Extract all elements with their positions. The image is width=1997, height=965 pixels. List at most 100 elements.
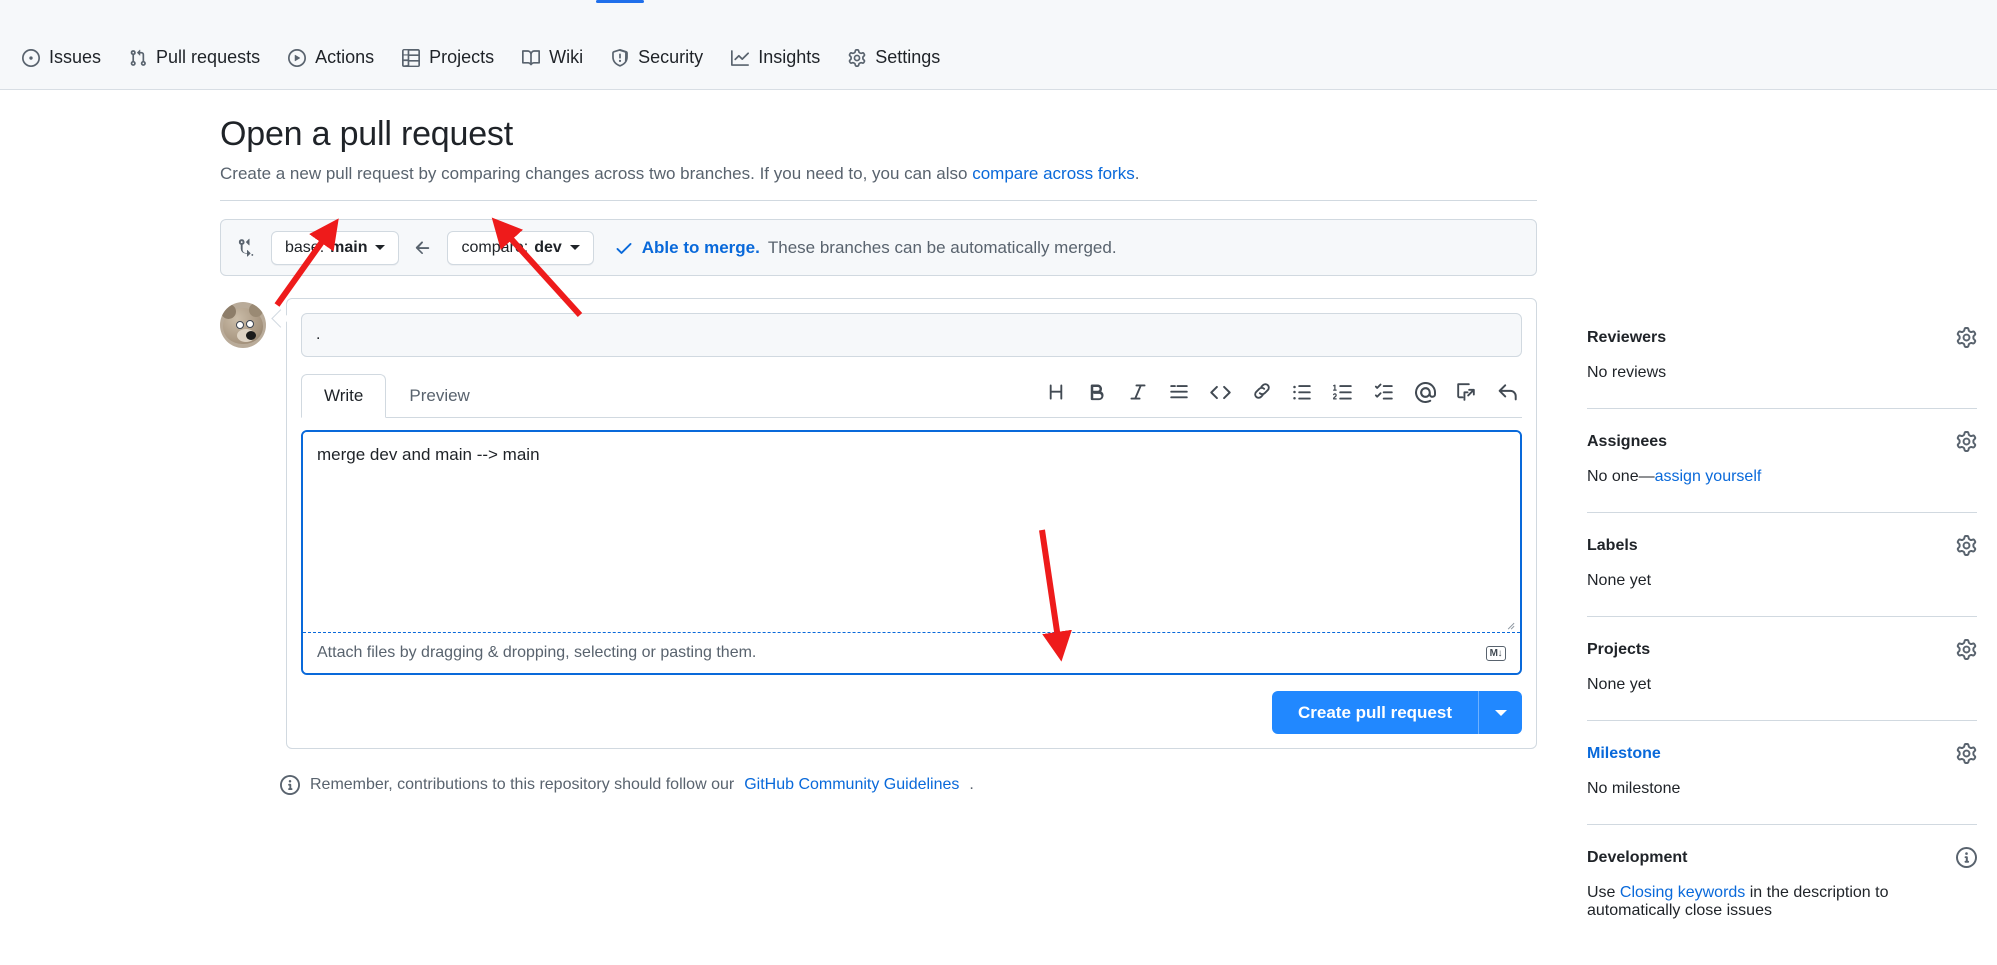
- composer: Write Preview: [286, 298, 1537, 749]
- nav-item-insights[interactable]: Insights: [717, 40, 834, 75]
- create-pull-request-dropdown-button[interactable]: [1478, 691, 1522, 734]
- base-branch-prefix: base:: [285, 238, 325, 256]
- create-pull-request-button[interactable]: Create pull request: [1272, 691, 1478, 734]
- gear-icon[interactable]: [1956, 535, 1977, 556]
- sidebar-value: No one—: [1587, 468, 1655, 485]
- sidebar-value: None yet: [1587, 676, 1652, 693]
- code-button[interactable]: [1205, 377, 1235, 407]
- tab-preview[interactable]: Preview: [386, 374, 492, 418]
- play-icon: [288, 48, 307, 67]
- repo-nav-bar: Issues Pull requests Actions Projects Wi: [0, 0, 1997, 90]
- unordered-list-button[interactable]: [1287, 377, 1317, 407]
- create-pull-request-group: Create pull request: [1272, 691, 1522, 734]
- sidebar-title-labels: Labels: [1587, 536, 1638, 554]
- markdown-badge-icon: M↓: [1485, 645, 1506, 661]
- divider: [1587, 512, 1977, 513]
- sidebar-value: No milestone: [1587, 780, 1681, 797]
- nav-item-label: Pull requests: [156, 47, 261, 67]
- attach-files-text: Attach files by dragging & dropping, sel…: [317, 644, 757, 661]
- sidebar-body-reviewers: No reviews: [1587, 364, 1977, 382]
- closing-keywords-link[interactable]: Closing keywords: [1620, 884, 1745, 901]
- compare-branch-selector[interactable]: compare: dev: [447, 230, 594, 265]
- nav-item-settings[interactable]: Settings: [834, 40, 954, 75]
- sidebar-section-projects: Projects None yet: [1587, 635, 1977, 694]
- nav-item-actions[interactable]: Actions: [274, 40, 388, 75]
- resize-grip-icon[interactable]: [1504, 618, 1516, 630]
- mention-button[interactable]: [1410, 377, 1440, 407]
- page-subtitle: Create a new pull request by comparing c…: [220, 164, 1977, 184]
- chevron-down-icon: [1494, 709, 1507, 716]
- left-column: Write Preview: [220, 298, 1537, 920]
- nav-item-label: Security: [638, 47, 704, 67]
- guidelines-text-suffix: .: [969, 776, 974, 793]
- pr-title-input[interactable]: [301, 313, 1522, 357]
- divider: [1587, 720, 1977, 721]
- pr-sidebar: Reviewers No reviews Assignees No one—as…: [1587, 298, 1977, 920]
- gear-icon[interactable]: [1956, 327, 1977, 348]
- arrow-left-icon: [413, 238, 433, 258]
- sidebar-value: No reviews: [1587, 364, 1667, 381]
- compare-branch-name: dev: [534, 238, 562, 256]
- page-subtitle-suffix: .: [1134, 164, 1140, 183]
- sidebar-value: None yet: [1587, 572, 1652, 589]
- editor-tabs: Write Preview: [301, 373, 493, 418]
- quote-button[interactable]: [1164, 377, 1194, 407]
- link-button[interactable]: [1246, 377, 1276, 407]
- sidebar-title-milestone[interactable]: Milestone: [1587, 745, 1661, 763]
- nav-item-issues[interactable]: Issues: [8, 40, 115, 75]
- community-guidelines-note: Remember, contributions to this reposito…: [280, 775, 1537, 795]
- task-list-button[interactable]: [1369, 377, 1399, 407]
- nav-item-security[interactable]: Security: [597, 40, 717, 75]
- github-community-guidelines-link[interactable]: GitHub Community Guidelines: [744, 776, 959, 794]
- submit-row: Create pull request: [301, 691, 1522, 734]
- nav-item-projects[interactable]: Projects: [388, 40, 508, 75]
- page-subtitle-text: Create a new pull request by comparing c…: [220, 164, 973, 183]
- saved-reply-button[interactable]: [1492, 377, 1522, 407]
- git-pull-request-icon: [129, 49, 147, 67]
- merge-status-detail: These branches can be automatically merg…: [767, 237, 1117, 257]
- nav-item-wiki[interactable]: Wiki: [508, 40, 597, 75]
- divider: [220, 200, 1537, 201]
- gear-icon[interactable]: [1956, 639, 1977, 660]
- gear-icon: [848, 48, 866, 67]
- pr-body-textarea[interactable]: [303, 432, 1520, 632]
- base-branch-selector[interactable]: base: main: [271, 230, 400, 265]
- attach-files-footer[interactable]: Attach files by dragging & dropping, sel…: [303, 632, 1520, 673]
- tab-write[interactable]: Write: [301, 374, 387, 418]
- info-icon: [280, 775, 300, 795]
- ordered-list-button[interactable]: [1328, 377, 1358, 407]
- table-icon: [402, 48, 421, 67]
- sidebar-value: Use: [1587, 884, 1620, 901]
- heading-button[interactable]: [1041, 377, 1071, 407]
- issue-opened-icon: [22, 48, 40, 67]
- bold-button[interactable]: [1082, 377, 1112, 407]
- nav-item-pull-requests[interactable]: Pull requests: [115, 40, 274, 75]
- book-icon: [522, 49, 541, 67]
- nav-item-label: Actions: [315, 47, 375, 67]
- reference-button[interactable]: [1451, 377, 1481, 407]
- check-icon: [614, 238, 634, 258]
- sidebar-title-projects: Projects: [1587, 640, 1651, 658]
- compare-across-forks-link[interactable]: compare across forks: [972, 164, 1135, 183]
- nav-item-label: Insights: [758, 47, 821, 67]
- nav-item-label: Settings: [875, 47, 941, 67]
- assign-yourself-link[interactable]: assign yourself: [1655, 468, 1762, 485]
- gear-icon[interactable]: [1956, 743, 1977, 764]
- composer-box: Write Preview: [286, 298, 1537, 749]
- repo-nav: Issues Pull requests Actions Projects Wi: [8, 40, 954, 75]
- merge-status-headline: Able to merge.: [641, 237, 760, 257]
- gear-icon[interactable]: [1956, 431, 1977, 452]
- main-columns: Write Preview: [220, 298, 1977, 920]
- page-body: Open a pull request Create a new pull re…: [0, 90, 1997, 965]
- graph-icon: [731, 49, 750, 67]
- merge-status: Able to merge. These branches can be aut…: [614, 238, 1117, 258]
- nav-item-label: Issues: [49, 47, 102, 67]
- nav-item-label: Projects: [429, 47, 495, 67]
- shield-icon: [611, 48, 629, 67]
- sidebar-section-reviewers: Reviewers No reviews: [1587, 323, 1977, 382]
- pr-body-field: Attach files by dragging & dropping, sel…: [301, 430, 1522, 675]
- guidelines-text: Remember, contributions to this reposito…: [310, 776, 735, 793]
- italic-button[interactable]: [1123, 377, 1153, 407]
- page-title: Open a pull request: [220, 115, 513, 153]
- info-icon[interactable]: [1956, 847, 1977, 868]
